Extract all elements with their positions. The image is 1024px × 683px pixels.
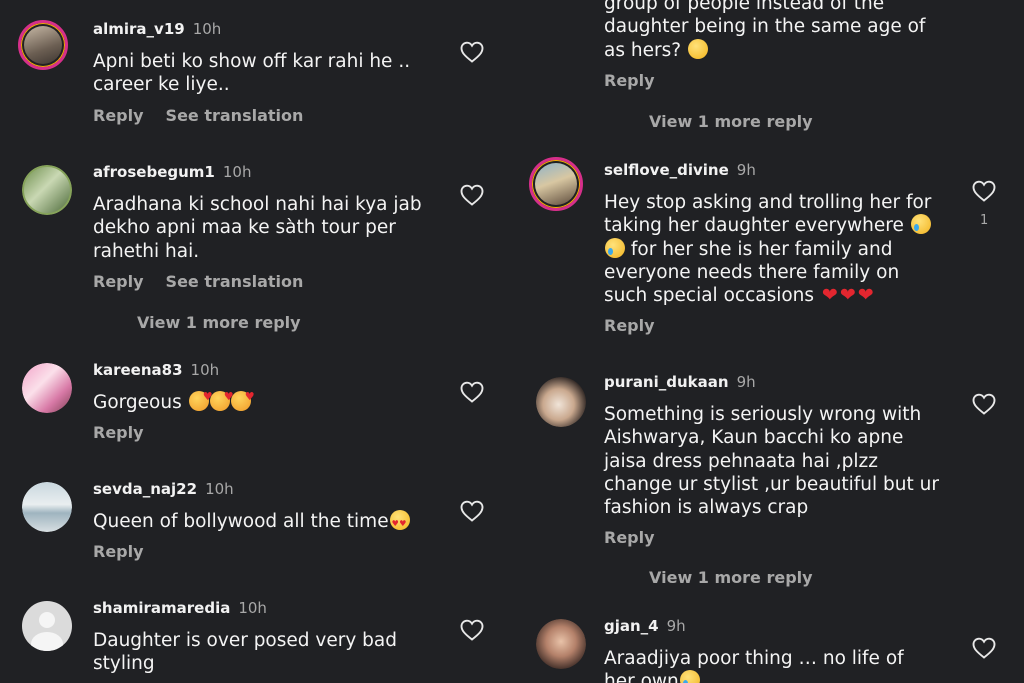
reply-button[interactable]: Reply: [604, 71, 655, 90]
heart-icon[interactable]: [460, 381, 484, 403]
comment-time: 9h: [736, 161, 756, 179]
heart-icon[interactable]: [460, 184, 484, 206]
crying-face-emoji: [910, 214, 931, 235]
comment-time: 10h: [192, 20, 222, 38]
comment-time: 10h: [205, 480, 234, 498]
comment-username[interactable]: shamiramaredia 10h: [93, 599, 267, 617]
reply-button[interactable]: Reply: [93, 106, 144, 125]
heart-icon[interactable]: [972, 637, 996, 659]
reply-button[interactable]: Reply: [93, 542, 144, 561]
comment-text: Hey stop asking and trolling her for tak…: [604, 192, 932, 307]
heart-icon[interactable]: [972, 180, 996, 202]
comment-username[interactable]: kareena83 10h: [93, 361, 219, 379]
view-more-replies-button[interactable]: View 1 more reply: [649, 568, 813, 587]
avatar[interactable]: [536, 619, 586, 669]
reply-button[interactable]: Reply: [604, 528, 655, 547]
comment-actions: Reply See translation: [93, 106, 325, 125]
comment-text: Apni beti ko show off kar rahi he .. car…: [93, 51, 411, 96]
avatar[interactable]: [18, 20, 68, 70]
comment-time: 10h: [238, 599, 267, 617]
avatar[interactable]: [22, 482, 72, 532]
default-avatar-icon[interactable]: [22, 601, 72, 651]
comment-actions: Reply: [93, 423, 166, 442]
red-heart-emoji: ❤: [857, 284, 874, 307]
smiling-face-with-hearts-emoji: [188, 385, 213, 411]
comment-username[interactable]: selflove_divine 9h: [604, 161, 756, 179]
comment-text: Aradhana ki school nahi hai kya jab dekh…: [93, 194, 422, 262]
see-translation-button[interactable]: See translation: [166, 106, 304, 125]
smiling-face-with-hearts-emoji: [230, 385, 255, 411]
comment-actions: Reply: [604, 316, 677, 335]
comment-text: Araadjiya poor thing … no life of her ow…: [604, 647, 934, 683]
comments-column-right: group of people instead of the daughter …: [512, 0, 1024, 683]
red-heart-emoji: ❤: [821, 284, 838, 307]
comment-username[interactable]: sevda_naj22 10h: [93, 480, 234, 498]
comment-text: Gorgeous: [93, 385, 433, 414]
heart-icon[interactable]: [460, 500, 484, 522]
heart-icon[interactable]: [972, 393, 996, 415]
red-heart-emoji: ❤: [839, 284, 856, 307]
avatar[interactable]: [529, 157, 583, 211]
heart-icon[interactable]: [460, 619, 484, 641]
comment-username[interactable]: gjan_4 9h: [604, 617, 686, 635]
comment-text: group of people instead of the daughter …: [604, 0, 926, 61]
comment-text: Something is seriously wrong with Aishwa…: [604, 404, 939, 519]
comments-column-left: almira_v19 10h Apni beti ko show off kar …: [0, 0, 512, 683]
heart-eyes-emoji: [389, 510, 410, 535]
smiling-face-with-hearts-emoji: [209, 385, 234, 411]
see-translation-button[interactable]: See translation: [166, 272, 304, 291]
heart-icon[interactable]: [460, 41, 484, 63]
comment-time: 10h: [190, 361, 220, 379]
reply-button[interactable]: Reply: [604, 316, 655, 335]
comment-actions: Reply: [604, 71, 677, 90]
comment-time: 10h: [222, 163, 252, 181]
avatar[interactable]: [22, 363, 72, 413]
comment-actions: Reply See translation: [93, 272, 325, 291]
comment-time: 9h: [736, 373, 756, 391]
like-count: 1: [980, 213, 989, 228]
view-more-replies-button[interactable]: View 1 more reply: [649, 112, 813, 131]
comment-username[interactable]: purani_dukaan 9h: [604, 373, 756, 391]
comment-actions: Reply: [93, 542, 166, 561]
comment-time: 9h: [666, 617, 686, 635]
comment-username[interactable]: afrosebegum1 10h: [93, 163, 251, 181]
view-more-replies-button[interactable]: View 1 more reply: [137, 313, 301, 332]
laughing-face-emoji: [687, 38, 708, 59]
crying-face-emoji: [605, 237, 625, 258]
comment-actions: Reply: [604, 528, 677, 547]
reply-button[interactable]: Reply: [93, 272, 144, 291]
crying-face-emoji: [679, 670, 700, 683]
comment-username[interactable]: almira_v19 10h: [93, 20, 221, 38]
comment-text: Daughter is over posed very bad styling: [93, 630, 397, 675]
comment-text: Queen of bollywood all the time: [93, 510, 433, 535]
avatar[interactable]: [22, 165, 72, 215]
reply-button[interactable]: Reply: [93, 423, 144, 442]
avatar[interactable]: [536, 377, 586, 427]
